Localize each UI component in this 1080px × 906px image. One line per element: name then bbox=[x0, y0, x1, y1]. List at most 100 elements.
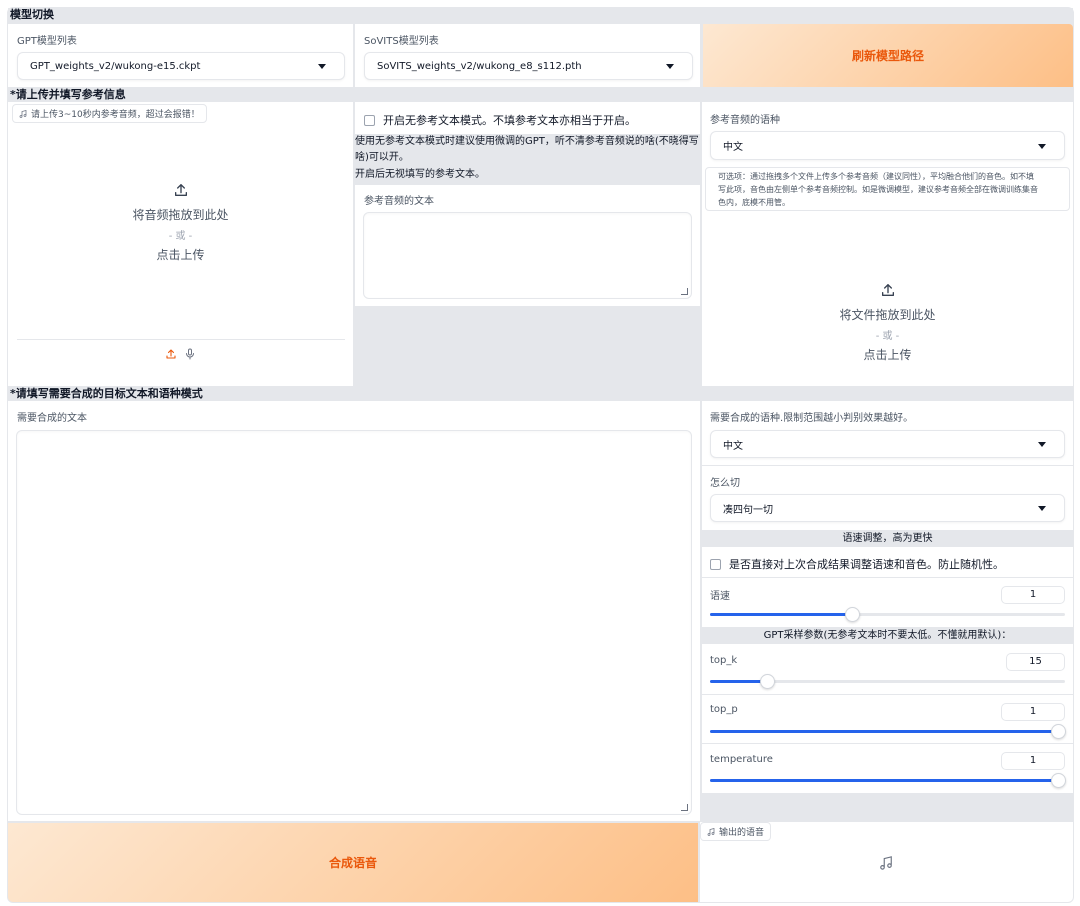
output-audio-chip-label: 输出的语音 bbox=[719, 828, 765, 838]
refresh-models-button[interactable]: 刷新模型路径 bbox=[703, 24, 1073, 87]
top-k-label: top_k bbox=[710, 655, 738, 666]
gpt-model-value: GPT_weights_v2/wukong-e15.ckpt bbox=[30, 60, 201, 72]
sovits-model-value: SoVITS_weights_v2/wukong_e8_s112.pth bbox=[377, 60, 582, 72]
top-k-panel: top_k 15 bbox=[702, 644, 1073, 694]
no-ref-info-line1: 使用无参考文本模式时建议使用微调的GPT，听不清参考音频说的啥(不晓得写 bbox=[355, 136, 699, 147]
gpt-params-band: GPT采样参数(无参考文本时不要太低。不懂就用默认)： bbox=[702, 628, 1073, 644]
chevron-down-icon bbox=[1038, 143, 1046, 149]
temperature-slider-fill bbox=[710, 779, 1065, 782]
speed-slider-fill bbox=[710, 613, 852, 616]
cut-label: 怎么切 bbox=[710, 478, 740, 489]
chevron-down-icon bbox=[666, 64, 674, 69]
multi-ref-click-text: 点击上传 bbox=[863, 347, 912, 362]
multi-ref-info-box: 可选项：通过拖拽多个文件上传多个参考音频（建议同性），平均融合他们的音色。如不填… bbox=[705, 167, 1070, 211]
temperature-slider-thumb[interactable] bbox=[1051, 773, 1066, 788]
ref-audio-drop-text: 将音频拖放到此处 bbox=[132, 207, 229, 222]
top-k-slider-fill bbox=[710, 680, 767, 683]
ref-text-input[interactable] bbox=[363, 212, 692, 299]
resize-grip-icon[interactable] bbox=[681, 804, 688, 811]
section-reference: *请上传并填写参考信息 bbox=[8, 88, 1073, 102]
ref-text-label: 参考音频的文本 bbox=[364, 196, 434, 207]
multi-ref-panel: 可选项：通过拖拽多个文件上传多个参考音频（建议同性），平均融合他们的音色。如不填… bbox=[702, 167, 1073, 386]
speed-slider-thumb[interactable] bbox=[845, 607, 860, 622]
speed-label: 语速 bbox=[710, 591, 730, 602]
synthesize-button[interactable]: 合成语音 bbox=[8, 823, 698, 902]
temperature-panel: temperature 1 bbox=[702, 744, 1073, 793]
top-p-panel: top_p 1 bbox=[702, 695, 1073, 743]
ref-lang-value: 中文 bbox=[723, 142, 743, 153]
multi-ref-or-text: - 或 - bbox=[875, 330, 900, 342]
speed-panel: 语速 1 bbox=[702, 578, 1073, 627]
music-note-icon bbox=[19, 109, 27, 118]
ref-lang-label: 参考音频的语种 bbox=[710, 115, 780, 126]
section-target: *请填写需要合成的目标文本和语种模式 bbox=[8, 387, 1073, 401]
chevron-down-icon bbox=[318, 64, 326, 69]
top-p-label: top_p bbox=[710, 704, 738, 715]
gpt-model-panel: GPT模型列表 GPT_weights_v2/wukong-e15.ckpt bbox=[8, 24, 353, 87]
speed-slider[interactable] bbox=[710, 607, 1065, 622]
section-model-switch: 模型切换 bbox=[8, 8, 1073, 24]
reuse-panel: 是否直接对上次合成结果调整语速和音色。防止随机性。 bbox=[702, 547, 1073, 577]
top-k-slider-thumb[interactable] bbox=[759, 674, 775, 689]
no-ref-checkbox-row[interactable]: 开启无参考文本模式。不填参考文本亦相当于开启。 bbox=[364, 112, 636, 128]
ref-audio-chip-label: 请上传3~10秒内参考音频，超过会报错！ bbox=[31, 110, 200, 120]
target-text-input[interactable] bbox=[16, 430, 692, 815]
ref-audio-dropzone[interactable]: 将音频拖放到此处 - 或 - 点击上传 bbox=[8, 172, 353, 272]
ref-audio-or-text: - 或 - bbox=[168, 230, 193, 242]
target-lang-panel: 需要合成的语种.限制范围越小判别效果越好。 中文 bbox=[702, 401, 1073, 465]
ref-lang-panel: 参考音频的语种 中文 bbox=[702, 102, 1073, 167]
sovits-model-label: SoVITS模型列表 bbox=[364, 36, 439, 47]
cut-value: 凑四句一切 bbox=[723, 504, 773, 516]
multi-ref-info-line1: 可选项：通过拖拽多个文件上传多个参考音频（建议同性），平均融合他们的音色。如不填 bbox=[718, 172, 1034, 181]
cut-panel: 怎么切 凑四句一切 bbox=[702, 466, 1073, 530]
temperature-input[interactable]: 1 bbox=[1001, 752, 1065, 770]
target-text-label: 需要合成的文本 bbox=[17, 413, 87, 424]
multi-ref-drop-text: 将文件拖放到此处 bbox=[839, 307, 936, 322]
top-p-slider[interactable] bbox=[710, 724, 1066, 739]
reuse-checkbox[interactable] bbox=[710, 558, 721, 570]
music-note-icon bbox=[880, 856, 892, 870]
multi-ref-dropzone[interactable]: 将文件拖放到此处 - 或 - 点击上传 bbox=[702, 277, 1073, 367]
ref-audio-divider bbox=[17, 339, 345, 340]
sovits-model-dropdown[interactable]: SoVITS_weights_v2/wukong_e8_s112.pth bbox=[364, 52, 693, 80]
top-p-slider-thumb[interactable] bbox=[1051, 724, 1066, 739]
top-p-input[interactable]: 1 bbox=[1001, 703, 1065, 721]
speed-input[interactable]: 1 bbox=[1001, 586, 1065, 604]
no-ref-info-line3: 开启后无视填写的参考文本。 bbox=[355, 169, 485, 180]
speed-band: 语速调整，高为更快 bbox=[702, 531, 1073, 547]
target-lang-dropdown[interactable]: 中文 bbox=[710, 430, 1065, 458]
reuse-checkbox-label: 是否直接对上次合成结果调整语速和音色。防止随机性。 bbox=[729, 558, 1004, 571]
gpt-model-dropdown[interactable]: GPT_weights_v2/wukong-e15.ckpt bbox=[17, 52, 345, 80]
no-ref-checkbox[interactable] bbox=[364, 114, 375, 126]
temperature-label: temperature bbox=[710, 754, 773, 765]
top-p-slider-fill bbox=[710, 730, 1065, 733]
multi-ref-info-line2: 写此项，音色由左侧单个参考音频控制。如是微调模型，建议参考音频全部在微调训练集音 bbox=[718, 185, 1038, 194]
target-lang-value: 中文 bbox=[723, 440, 743, 452]
target-lang-label: 需要合成的语种.限制范围越小判别效果越好。 bbox=[710, 413, 914, 424]
upload-icon[interactable] bbox=[165, 348, 177, 360]
ref-text-panel: 参考音频的文本 bbox=[355, 185, 700, 306]
top-k-input[interactable]: 15 bbox=[1006, 653, 1065, 671]
top-k-slider[interactable] bbox=[710, 674, 1065, 689]
music-note-icon bbox=[707, 827, 715, 836]
ref-audio-panel: 请上传3~10秒内参考音频，超过会报错！ 将音频拖放到此处 - 或 - 点击上传 bbox=[8, 102, 353, 386]
sovits-model-panel: SoVITS模型列表 SoVITS_weights_v2/wukong_e8_s… bbox=[355, 24, 700, 87]
chevron-down-icon bbox=[1038, 442, 1046, 447]
target-text-panel: 需要合成的文本 bbox=[8, 401, 700, 821]
ref-audio-click-text: 点击上传 bbox=[156, 247, 205, 262]
cut-dropdown[interactable]: 凑四句一切 bbox=[710, 494, 1065, 522]
microphone-icon[interactable] bbox=[184, 348, 196, 360]
reuse-checkbox-row[interactable]: 是否直接对上次合成结果调整语速和音色。防止随机性。 bbox=[710, 556, 1004, 572]
upload-icon bbox=[881, 283, 894, 296]
temperature-slider[interactable] bbox=[710, 773, 1066, 788]
ref-lang-dropdown[interactable]: 中文 bbox=[710, 131, 1065, 160]
upload-icon bbox=[174, 183, 187, 196]
output-audio-panel: 输出的语音 bbox=[700, 822, 1073, 902]
chevron-down-icon bbox=[1038, 506, 1046, 511]
no-ref-checkbox-label: 开启无参考文本模式。不填参考文本亦相当于开启。 bbox=[383, 114, 636, 127]
no-ref-info-line2: 啥)可以开。 bbox=[355, 152, 409, 163]
gpt-model-label: GPT模型列表 bbox=[17, 36, 77, 47]
no-ref-panel: 开启无参考文本模式。不填参考文本亦相当于开启。 bbox=[355, 102, 700, 134]
ref-audio-chip: 请上传3~10秒内参考音频，超过会报错！ bbox=[12, 104, 207, 123]
resize-grip-icon[interactable] bbox=[681, 288, 688, 295]
